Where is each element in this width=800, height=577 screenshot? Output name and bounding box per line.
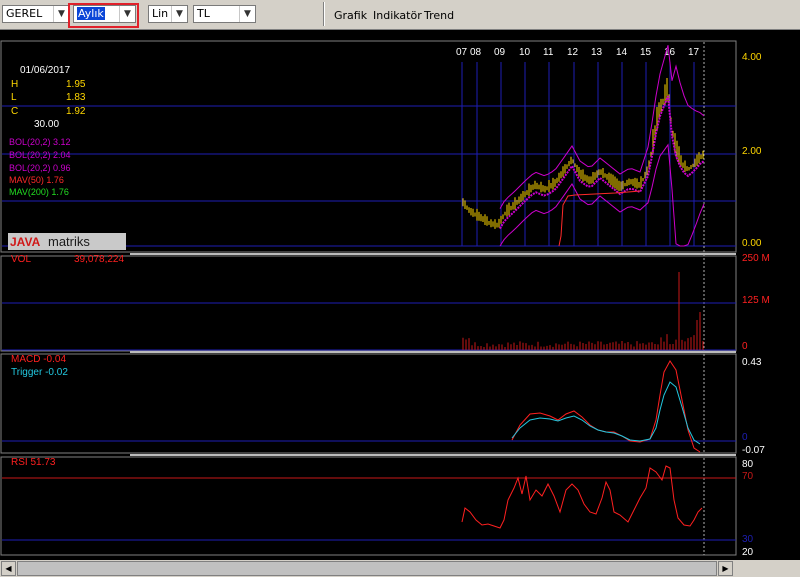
menu-trend[interactable]: Trend [424, 9, 454, 22]
bol-lower-label: BOL(20,2) 0.96 [9, 163, 71, 173]
x-label: 13 [591, 47, 603, 58]
x-label: 10 [519, 47, 531, 58]
chevron-down-icon[interactable]: ▼ [53, 6, 69, 22]
info-h-value: 1.95 [66, 79, 86, 90]
price-grid [2, 62, 736, 247]
chevron-down-icon[interactable]: ▼ [239, 6, 255, 22]
x-label: 07 [456, 47, 468, 58]
x-axis-labels: 07 08 09 10 11 12 13 14 15 16 17 [456, 47, 700, 58]
macd-axis-bottom: -0.07 [742, 445, 765, 456]
menu-indikator[interactable]: Indikatör [373, 9, 422, 22]
info-c-label: C [11, 106, 18, 117]
volume-bars [462, 272, 704, 350]
price-axis: 4.00 2.00 0.00 [742, 52, 762, 249]
macd-axis-top: 0.43 [742, 357, 762, 368]
x-label: 15 [640, 47, 652, 58]
info-vol-value: 30.00 [34, 119, 59, 130]
chart-area[interactable]: 07 08 09 10 11 12 13 14 15 16 17 4.00 2.… [0, 29, 800, 560]
scroll-right-icon[interactable]: ▶ [718, 561, 733, 576]
javamatriks-logo: JAVA matriks [8, 233, 126, 250]
price-axis-label: 2.00 [742, 146, 762, 157]
highlight-box [68, 3, 139, 28]
x-label: 11 [543, 47, 554, 58]
info-l-label: L [11, 92, 17, 103]
rsi-label: RSI 51.73 [11, 457, 56, 468]
bol-mid-label: BOL(20,2) 2.04 [9, 150, 71, 160]
rsi-axis-label: 80 [742, 459, 754, 470]
svg-text:JAVA: JAVA [10, 235, 41, 249]
price-panel [0, 40, 737, 253]
macd-axis-zero: 0 [742, 432, 748, 443]
currency-select[interactable]: TL ▼ [193, 5, 256, 23]
bol-upper-label: BOL(20,2) 3.12 [9, 137, 71, 147]
info-c-value: 1.92 [66, 106, 86, 117]
rsi-axis-label: 30 [742, 534, 754, 545]
volume-value: 39,078,224 [74, 254, 124, 265]
toolbar-separator [323, 2, 325, 26]
volume-axis: 250 M 125 M 0 [742, 253, 770, 352]
price-axis-label: 4.00 [742, 52, 762, 63]
svg-text:matriks: matriks [48, 234, 90, 249]
rsi-axis-label: 20 [742, 547, 754, 558]
volume-label: VOL [11, 254, 31, 265]
info-h-label: H [11, 79, 18, 90]
volume-axis-label: 0 [742, 341, 748, 352]
price-axis-label: 0.00 [742, 238, 762, 249]
menu-grafik[interactable]: Grafik [334, 9, 367, 22]
currency-value: TL [197, 7, 210, 20]
mav50-label: MAV(50) 1.76 [9, 175, 64, 185]
macd-label: MACD -0.04 [11, 354, 66, 365]
volume-axis-label: 125 M [742, 295, 770, 306]
trigger-label: Trigger -0.02 [11, 367, 68, 378]
scale-value: Lin [152, 7, 169, 20]
info-l-value: 1.83 [66, 92, 86, 103]
x-label: 12 [567, 47, 579, 58]
x-label: 14 [616, 47, 628, 58]
bollinger-upper-line [499, 45, 705, 209]
x-label: 08 [470, 47, 482, 58]
volume-grid [2, 302, 736, 351]
volume-axis-label: 250 M [742, 253, 770, 264]
horizontal-scrollbar[interactable]: ◀ ▶ [0, 560, 800, 577]
scale-select[interactable]: Lin ▼ [148, 5, 188, 23]
scroll-left-icon[interactable]: ◀ [1, 561, 16, 576]
info-date: 01/06/2017 [20, 65, 70, 76]
price-bars [462, 77, 704, 229]
macd-line [511, 360, 701, 453]
toolbar: GEREL ▼ Aylık ▼ Lin ▼ TL ▼ Grafik Indika… [0, 0, 800, 30]
x-label: 17 [688, 47, 700, 58]
rsi-axis-label: 70 [742, 471, 754, 482]
mav-line [558, 190, 641, 247]
symbol-value: GEREL [6, 7, 43, 20]
scroll-thumb[interactable] [17, 561, 717, 576]
chevron-down-icon[interactable]: ▼ [171, 6, 187, 22]
x-label: 09 [494, 47, 506, 58]
rsi-line [461, 465, 703, 529]
mav200-label: MAV(200) 1.76 [9, 187, 69, 197]
symbol-select[interactable]: GEREL ▼ [2, 5, 70, 23]
